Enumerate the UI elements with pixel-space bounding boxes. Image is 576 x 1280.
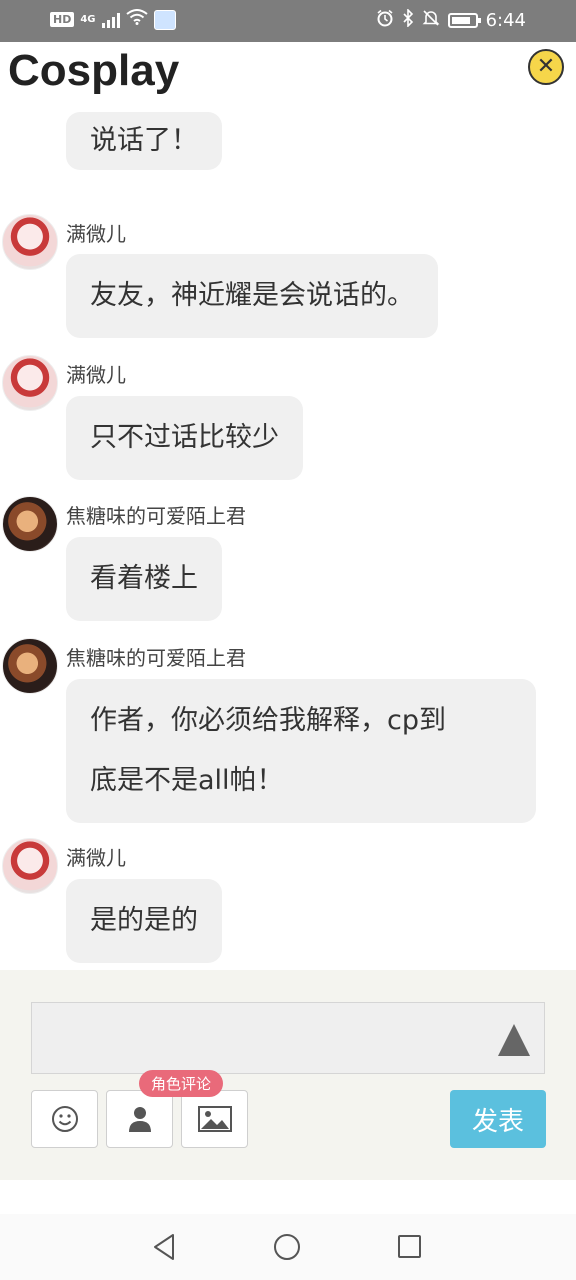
- message-bubble: 说话了！: [66, 112, 222, 170]
- message-bubble: 友友，神近耀是会说话的。: [66, 254, 438, 338]
- role-comment-button[interactable]: [106, 1090, 173, 1148]
- recent-apps-icon[interactable]: [398, 1235, 421, 1258]
- close-icon: ✕: [536, 54, 556, 79]
- message-bubble: 作者，你必须给我解释，cp到 底是不是all帕！: [66, 679, 536, 823]
- username[interactable]: 焦糖味的可爱陌上君: [66, 500, 246, 529]
- mute-bell-icon: [422, 9, 440, 32]
- role-comment-badge[interactable]: 角色评论: [139, 1070, 224, 1097]
- username[interactable]: 满微儿: [66, 842, 126, 871]
- status-left: HD 4G: [50, 9, 176, 30]
- avatar[interactable]: [2, 214, 58, 270]
- message-line: 底是不是all帕！: [90, 765, 284, 796]
- status-right: 6:44: [376, 8, 526, 32]
- battery-icon: [447, 13, 481, 28]
- wifi-icon: [125, 9, 148, 30]
- signal-icon: [101, 12, 120, 28]
- status-bar: HD 4G 6:44: [0, 0, 576, 42]
- network-type: 4G: [80, 14, 96, 25]
- username[interactable]: 满微儿: [66, 218, 126, 247]
- message-line: 作者，你必须给我解释，cp到: [90, 705, 446, 736]
- message-bubble: 只不过话比较少: [66, 396, 303, 480]
- message-list[interactable]: 说话了！ 满微儿 友友，神近耀是会说话的。 满微儿 只不过话比较少 焦糖味的可爱…: [0, 92, 576, 970]
- app-notification-icon: [153, 9, 176, 30]
- avatar[interactable]: [2, 638, 58, 694]
- alarm-icon: [376, 9, 394, 32]
- publish-button[interactable]: 发表: [450, 1090, 546, 1148]
- clock: 6:44: [485, 10, 526, 31]
- avatar[interactable]: [2, 355, 58, 411]
- app-header: Cosplay ✕: [0, 42, 576, 112]
- comment-input[interactable]: [31, 1002, 545, 1074]
- message-bubble: 是的是的: [66, 879, 222, 963]
- person-icon: [128, 1107, 151, 1132]
- image-icon: [197, 1106, 232, 1132]
- username[interactable]: 焦糖味的可爱陌上君: [66, 642, 246, 671]
- smiley-icon: [51, 1106, 78, 1132]
- username[interactable]: 满微儿: [66, 359, 126, 388]
- emoji-button[interactable]: [31, 1090, 98, 1148]
- expand-arrow-icon[interactable]: [498, 1024, 530, 1056]
- hd-indicator: HD: [50, 12, 75, 27]
- home-icon[interactable]: [274, 1234, 300, 1260]
- close-button[interactable]: ✕: [528, 49, 564, 85]
- image-button[interactable]: [181, 1090, 248, 1148]
- bluetooth-icon: [402, 8, 414, 32]
- system-nav-bar: [0, 1214, 576, 1280]
- back-icon[interactable]: [151, 1232, 177, 1262]
- avatar[interactable]: [2, 838, 58, 894]
- app-screen: HD 4G 6:44 Cosplay ✕ 说话了！ 满微儿 友友，神近耀是会说话…: [0, 0, 576, 1280]
- composer: 角色评论 发表: [0, 970, 576, 1180]
- message-bubble: 看着楼上: [66, 537, 222, 621]
- avatar[interactable]: [2, 496, 58, 552]
- page-title: Cosplay: [8, 46, 180, 95]
